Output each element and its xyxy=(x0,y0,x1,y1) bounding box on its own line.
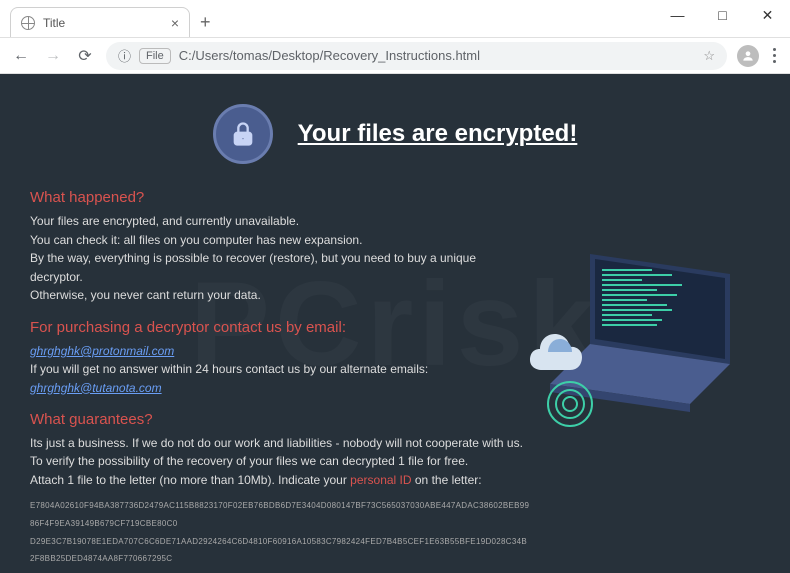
close-tab-icon[interactable]: × xyxy=(171,15,179,31)
what-happened-heading: What happened? xyxy=(30,189,530,206)
what-happened-text: Your files are encrypted, and currently … xyxy=(30,212,530,305)
page-title: Your files are encrypted! xyxy=(298,120,578,148)
forward-button[interactable]: → xyxy=(42,45,64,67)
minimize-button[interactable]: — xyxy=(655,0,700,30)
tab-title: Title xyxy=(43,16,65,30)
guarantees-text: Its just a business. If we do not do our… xyxy=(30,434,530,490)
bookmark-star-icon[interactable]: ☆ xyxy=(703,48,715,64)
lock-icon xyxy=(213,104,273,164)
hex-id-block: E7804A02610F94BA387736D2479AC115B8823170… xyxy=(30,497,530,573)
info-icon: ⓘ xyxy=(118,46,131,65)
new-tab-button[interactable]: + xyxy=(190,8,221,37)
url-text: C:/Users/tomas/Desktop/Recovery_Instruct… xyxy=(179,48,480,63)
file-badge: File xyxy=(139,48,171,64)
guarantees-heading: What guarantees? xyxy=(30,411,530,428)
alternate-note: If you will get no answer within 24 hour… xyxy=(30,360,530,379)
close-window-button[interactable]: ✕ xyxy=(745,0,790,30)
reload-button[interactable]: ⟳ xyxy=(74,45,96,67)
profile-avatar[interactable] xyxy=(737,45,759,67)
purchase-heading: For purchasing a decryptor contact us by… xyxy=(30,319,530,336)
email-link-1[interactable]: ghrghghk@protonmail.com xyxy=(30,344,174,358)
page-content: PCrisk xyxy=(0,74,790,573)
menu-button[interactable] xyxy=(769,44,780,67)
personal-id-label: personal ID xyxy=(350,473,411,487)
globe-icon xyxy=(21,16,35,30)
laptop-illustration xyxy=(510,244,770,444)
address-bar[interactable]: ⓘ File C:/Users/tomas/Desktop/Recovery_I… xyxy=(106,42,727,70)
back-button[interactable]: ← xyxy=(10,45,32,67)
browser-tab[interactable]: Title × xyxy=(10,7,190,37)
email-link-2[interactable]: ghrghghk@tutanota.com xyxy=(30,381,162,395)
maximize-button[interactable]: □ xyxy=(700,0,745,30)
